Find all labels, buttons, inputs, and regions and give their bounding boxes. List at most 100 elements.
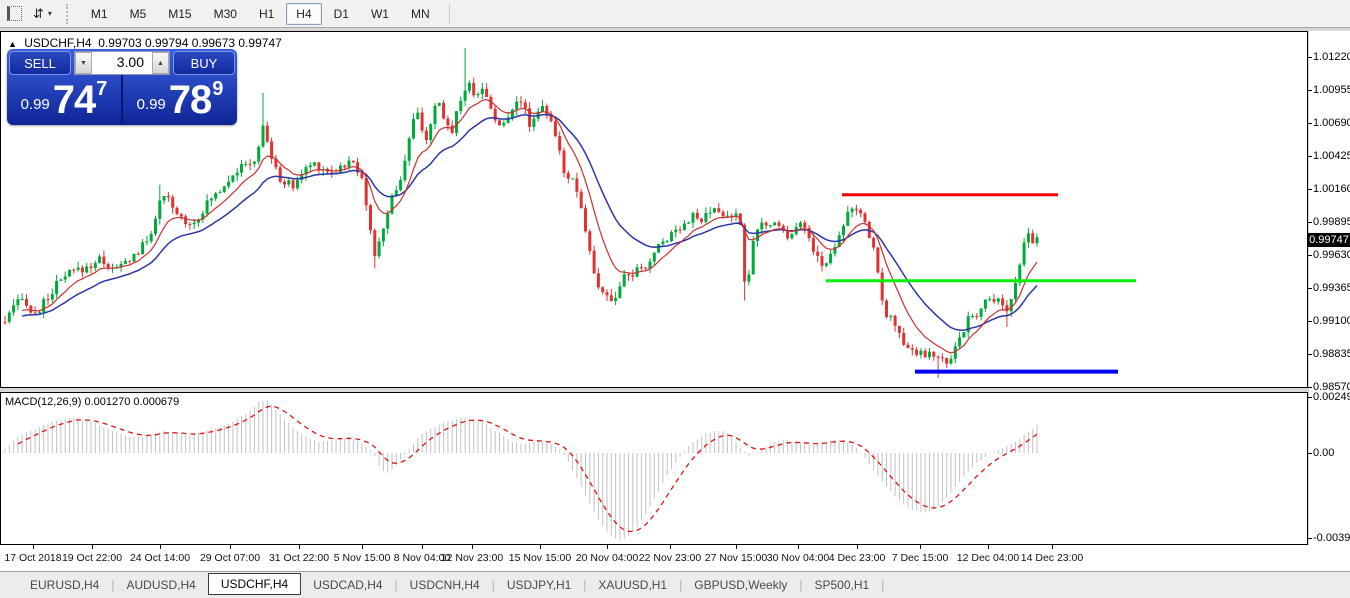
date-tick — [736, 545, 737, 549]
date-axis: 17 Oct 201819 Oct 22:0024 Oct 14:0029 Oc… — [0, 545, 1350, 571]
timeframe-button-m15[interactable]: M15 — [158, 3, 201, 25]
buy-price-big: 78 — [169, 83, 212, 117]
chart-tab-bar: EURUSD,H4|AUDUSD,H4USDCHF,H4USDCAD,H4|US… — [0, 571, 1350, 598]
volume-increase-button[interactable]: ▲ — [152, 52, 169, 74]
sell-button[interactable]: SELL — [9, 51, 71, 75]
macd-axis-label: 0.002492 — [1313, 391, 1350, 403]
date-axis-label: 31 Oct 22:00 — [269, 552, 329, 564]
macd-axis-label: -0.003913 — [1313, 532, 1350, 544]
price-axis-label: 0.98835 — [1313, 348, 1350, 360]
chart-tab-gbpusd-weekly[interactable]: GBPUSD,Weekly — [682, 575, 799, 595]
chart-tab-usdcnh-h4[interactable]: USDCNH,H4 — [398, 575, 492, 595]
timeframe-button-m5[interactable]: M5 — [120, 3, 157, 25]
timeframe-group: M1M5M15M30H1H4D1W1MN — [80, 3, 441, 25]
date-tick — [1052, 545, 1053, 549]
toolbar-separator — [449, 4, 450, 24]
date-axis-label: 24 Oct 14:00 — [130, 552, 190, 564]
price-axis-label: 1.00955 — [1313, 84, 1350, 96]
date-tick — [422, 545, 423, 549]
timeframe-button-h1[interactable]: H1 — [249, 3, 284, 25]
date-axis-label: 12 Nov 23:00 — [441, 552, 503, 564]
timeframe-button-m30[interactable]: M30 — [204, 3, 247, 25]
sort-arrows-button[interactable]: ⇵ ▾ — [29, 3, 56, 25]
toolbar: ⇵ ▾ M1M5M15M30H1H4D1W1MN — [0, 0, 1350, 28]
date-tick — [540, 545, 541, 549]
date-axis-label: 14 Dec 23:00 — [1021, 552, 1083, 564]
one-click-trading-panel: SELL ▼ 3.00 ▲ BUY 0.99 74 7 0.99 78 — [7, 49, 237, 125]
date-tick — [362, 545, 363, 549]
chevron-down-icon: ▾ — [48, 9, 52, 18]
timeframe-button-w1[interactable]: W1 — [361, 3, 399, 25]
date-axis-label: 22 Nov 23:00 — [639, 552, 701, 564]
price-axis-label: 0.99365 — [1313, 282, 1350, 294]
volume-stepper: ▼ 3.00 ▲ — [74, 51, 170, 75]
swap-arrows-icon: ⇵ — [33, 7, 44, 20]
date-tick — [670, 545, 671, 549]
quote-prices-row: 0.99 74 7 0.99 78 9 — [7, 75, 237, 123]
tab-separator: | — [881, 578, 884, 592]
timeframe-button-m1[interactable]: M1 — [81, 3, 118, 25]
date-tick — [920, 545, 921, 549]
sell-price-sup: 7 — [96, 78, 107, 101]
sell-price-big: 74 — [53, 83, 96, 117]
macd-canvas[interactable] — [1, 393, 1307, 544]
date-axis-label: 7 Dec 15:00 — [892, 552, 949, 564]
date-tick — [160, 545, 161, 549]
volume-input[interactable]: 3.00 — [92, 52, 152, 74]
date-tick — [472, 545, 473, 549]
date-axis-label: 20 Nov 04:00 — [576, 552, 638, 564]
chart-tab-audusd-h4[interactable]: AUDUSD,H4 — [114, 575, 207, 595]
timeframe-button-mn[interactable]: MN — [401, 3, 440, 25]
date-tick — [230, 545, 231, 549]
date-axis-label: 12 Dec 04:00 — [957, 552, 1019, 564]
chart-tab-xauusd-h1[interactable]: XAUUSD,H1 — [586, 575, 679, 595]
date-axis-label: 30 Nov 04:00 — [767, 552, 829, 564]
date-axis-label: 4 Dec 23:00 — [829, 552, 886, 564]
date-tick — [92, 545, 93, 549]
date-axis-label: 5 Nov 15:00 — [334, 552, 391, 564]
last-price-badge: 0.99747 — [1308, 233, 1350, 247]
date-axis-label: 15 Nov 15:00 — [509, 552, 571, 564]
sell-price-display: 0.99 74 7 — [7, 75, 121, 123]
chart-symbol: USDCHF,H4 — [24, 36, 91, 50]
price-axis-label: 1.00690 — [1313, 117, 1350, 129]
macd-indicator-panel[interactable] — [0, 392, 1308, 545]
toolbar-grip — [66, 4, 74, 24]
price-axis-label: 0.99100 — [1313, 315, 1350, 327]
date-tick — [607, 545, 608, 549]
date-axis-label: 27 Nov 15:00 — [705, 552, 767, 564]
chart-tab-usdchf-h4[interactable]: USDCHF,H4 — [208, 573, 301, 595]
date-tick — [988, 545, 989, 549]
date-tick — [33, 545, 34, 549]
date-tick — [299, 545, 300, 549]
date-tick — [798, 545, 799, 549]
mt4-window: ⇵ ▾ M1M5M15M30H1H4D1W1MN ▲ USDCHF,H4 0.9… — [0, 0, 1350, 598]
chart-ohlc-values: 0.99703 0.99794 0.99673 0.99747 — [98, 36, 282, 50]
chart-tab-usdcad-h4[interactable]: USDCAD,H4 — [301, 575, 394, 595]
buy-price-sup: 9 — [212, 78, 223, 101]
macd-axis-label: 0.00 — [1313, 447, 1334, 459]
chart-tab-eurusd-h4[interactable]: EURUSD,H4 — [18, 575, 111, 595]
trade-controls-row: SELL ▼ 3.00 ▲ BUY — [7, 49, 237, 75]
macd-label: MACD(12,26,9) 0.001270 0.000679 — [5, 396, 179, 408]
buy-price-display: 0.99 78 9 — [123, 75, 237, 123]
chart-title: ▲ USDCHF,H4 0.99703 0.99794 0.99673 0.99… — [8, 36, 282, 50]
timeframe-button-d1[interactable]: D1 — [324, 3, 359, 25]
price-axis-label: 0.99895 — [1313, 216, 1350, 228]
sell-price-prefix: 0.99 — [21, 97, 50, 112]
chart-tab-usdjpy-h1[interactable]: USDJPY,H1 — [495, 575, 583, 595]
price-axis-label: 1.00425 — [1313, 150, 1350, 162]
date-axis-label: 19 Oct 22:00 — [62, 552, 122, 564]
chart-tab-sp500-h1[interactable]: SP500,H1 — [803, 575, 882, 595]
volume-decrease-button[interactable]: ▼ — [75, 52, 92, 74]
price-chart-panel[interactable]: ▲ USDCHF,H4 0.99703 0.99794 0.99673 0.99… — [0, 31, 1308, 388]
price-axis-label: 1.01220 — [1313, 51, 1350, 63]
price-axis-column — [1309, 31, 1350, 570]
buy-button[interactable]: BUY — [173, 51, 235, 75]
date-axis-label: 17 Oct 2018 — [4, 552, 61, 564]
marquee-select-icon[interactable] — [3, 3, 26, 25]
price-axis-label: 0.99630 — [1313, 249, 1350, 261]
timeframe-button-h4[interactable]: H4 — [286, 3, 321, 25]
marquee-icon — [7, 6, 22, 21]
buy-price-prefix: 0.99 — [137, 97, 166, 112]
